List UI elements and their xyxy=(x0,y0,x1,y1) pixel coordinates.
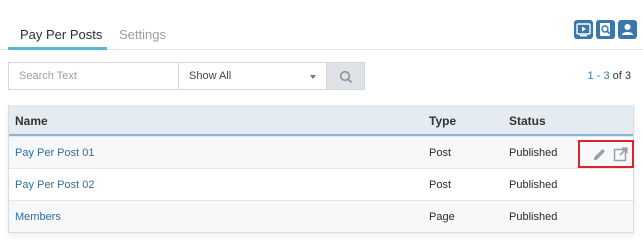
chevron-down-icon xyxy=(310,75,316,79)
video-icon[interactable] xyxy=(574,20,593,39)
table-row[interactable]: Members Page Published xyxy=(9,200,633,232)
row-status: Published xyxy=(509,147,558,159)
active-tab-indicator xyxy=(8,47,107,50)
table-row[interactable]: Pay Per Post 01 Post Published xyxy=(9,136,634,168)
row-status: Published xyxy=(509,211,558,223)
column-header-type[interactable]: Type xyxy=(429,114,456,128)
pagination-info: 1 - 3 of 3 xyxy=(588,70,631,82)
toolbar-icons xyxy=(574,20,637,39)
tab-pay-per-posts[interactable]: Pay Per Posts xyxy=(20,27,102,42)
table-header: Name Type Status xyxy=(9,105,633,136)
row-name-link[interactable]: Pay Per Post 02 xyxy=(15,179,95,191)
search-input[interactable] xyxy=(8,62,178,90)
filter-bar: Show All xyxy=(8,62,365,90)
row-actions-highlight xyxy=(578,140,634,168)
table-row[interactable]: Pay Per Post 02 Post Published xyxy=(9,168,633,200)
user-card-icon[interactable] xyxy=(618,20,637,39)
search-button[interactable] xyxy=(327,62,365,90)
column-header-name[interactable]: Name xyxy=(15,114,48,128)
row-status: Published xyxy=(509,179,558,191)
search-icon xyxy=(339,70,353,84)
row-type: Post xyxy=(429,179,452,191)
pagination-total: 3 xyxy=(624,70,631,82)
column-header-status[interactable]: Status xyxy=(509,114,546,128)
open-external-icon[interactable] xyxy=(613,147,628,165)
status-filter-value: Show All xyxy=(189,70,232,82)
posts-table: Name Type Status Pay Per Post 01 Post Pu… xyxy=(8,105,634,233)
pagination-range: 1 - 3 xyxy=(587,70,610,82)
top-bar: Pay Per Posts Settings xyxy=(0,0,643,50)
pagination-of: of xyxy=(612,70,622,82)
search-doc-icon[interactable] xyxy=(596,20,615,39)
row-type: Page xyxy=(429,211,455,223)
status-filter-select[interactable]: Show All xyxy=(178,62,327,90)
row-name-link[interactable]: Pay Per Post 01 xyxy=(15,147,95,159)
tab-settings[interactable]: Settings xyxy=(119,27,166,42)
edit-icon[interactable] xyxy=(592,147,607,165)
row-name-link[interactable]: Members xyxy=(15,211,61,223)
row-type: Post xyxy=(429,147,452,159)
